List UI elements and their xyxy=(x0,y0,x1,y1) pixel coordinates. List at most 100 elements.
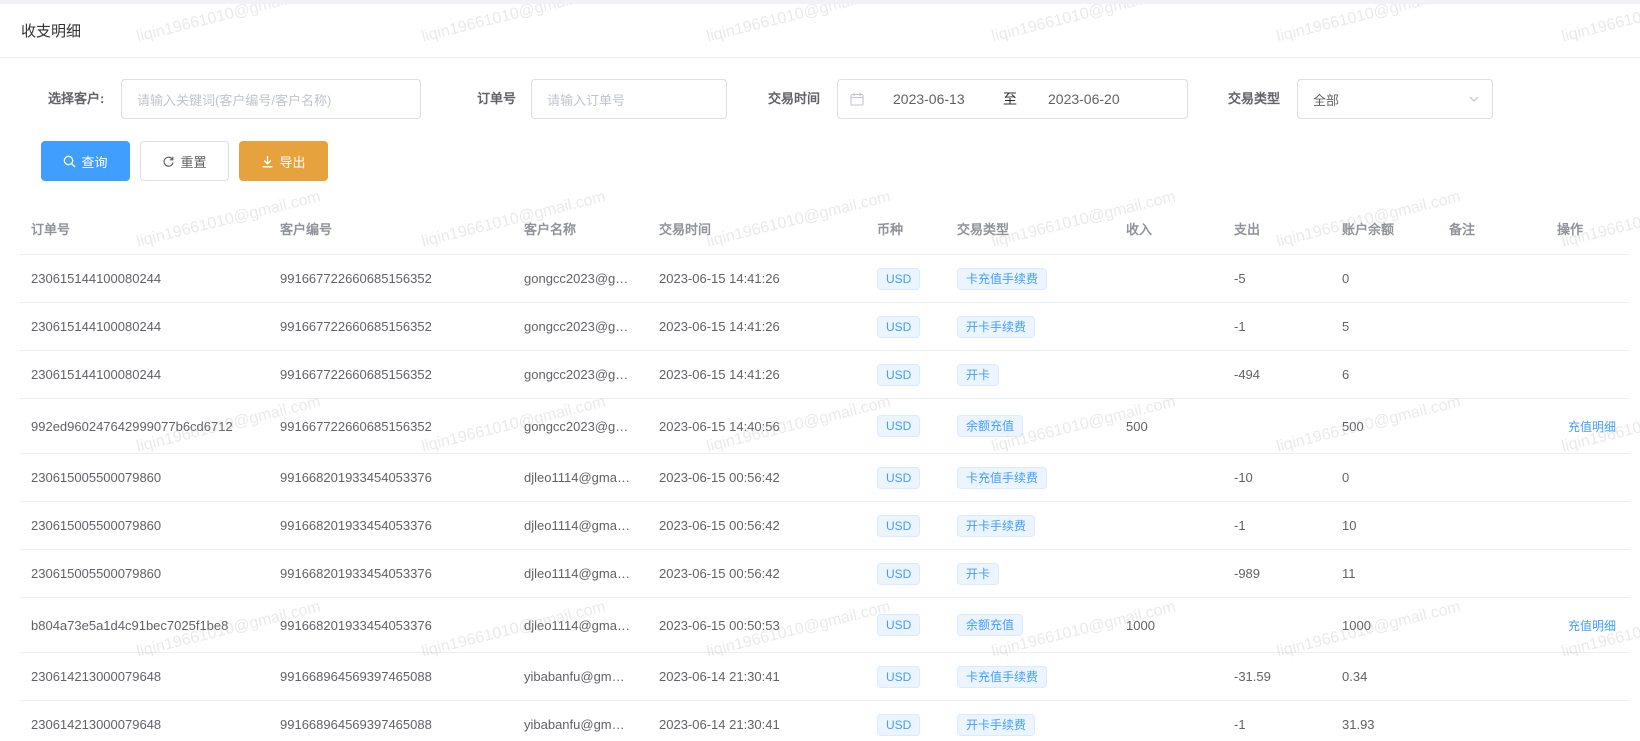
customer-no-text: 991667722660685156352 xyxy=(280,367,432,382)
customer-name-text: djleo1114@gmail.com xyxy=(524,566,630,581)
cell-customer-no: 991668964569397465088 xyxy=(280,701,510,741)
cell-remark xyxy=(1449,701,1549,741)
cell-income xyxy=(1126,454,1226,501)
refresh-icon xyxy=(163,156,175,167)
col-remark[interactable]: 备注 xyxy=(1449,206,1475,254)
cell-remark xyxy=(1449,303,1549,350)
customer-no-text: 991668201933454053376 xyxy=(280,518,432,533)
customer-search-input[interactable]: 请输入关键词(客户编号/客户名称) xyxy=(121,79,421,119)
trade-type-select[interactable]: 全部 xyxy=(1297,79,1493,119)
cell-balance: 10 xyxy=(1342,502,1442,549)
cell-action xyxy=(1568,303,1630,350)
date-start[interactable]: 2023-06-13 xyxy=(893,80,965,118)
table-row[interactable]: b804a73e5a1d4c91bec7025f1be8 99166820193… xyxy=(20,598,1630,653)
cell-income xyxy=(1126,303,1226,350)
table-row[interactable]: 230615005500079860 991668201933454053376… xyxy=(20,550,1630,598)
cell-income xyxy=(1126,701,1226,741)
cell-trade-time: 2023-06-15 00:56:42 xyxy=(659,454,859,501)
table-row[interactable]: 230615005500079860 991668201933454053376… xyxy=(20,454,1630,502)
cell-order-no: 230615144100080244 xyxy=(31,303,256,350)
currency-tag: USD xyxy=(877,562,921,585)
customer-no-text: 991668964569397465088 xyxy=(280,717,432,732)
date-end[interactable]: 2023-06-20 xyxy=(1048,80,1120,118)
table-row[interactable]: 230614213000079648 991668964569397465088… xyxy=(20,653,1630,701)
cell-action: 充值明细 xyxy=(1568,399,1630,453)
cell-order-no: 230615144100080244 xyxy=(31,255,256,302)
col-balance[interactable]: 账户余额 xyxy=(1342,206,1394,254)
customer-label: 选择客户: xyxy=(48,91,105,106)
cell-income: 500 xyxy=(1126,399,1226,453)
order-no-placeholder: 请输入订单号 xyxy=(547,92,626,108)
cell-action xyxy=(1568,454,1630,501)
cell-income xyxy=(1126,351,1226,398)
col-expense[interactable]: 支出 xyxy=(1234,206,1260,254)
customer-no-text: 991668201933454053376 xyxy=(280,617,432,633)
balance-text: 500 xyxy=(1342,418,1364,434)
col-action[interactable]: 操作 xyxy=(1557,206,1583,254)
currency-tag: USD xyxy=(877,466,921,489)
table-row[interactable]: 230615144100080244 991667722660685156352… xyxy=(20,351,1630,399)
order-no-input[interactable]: 请输入订单号 xyxy=(531,79,727,119)
trade-time-text: 2023-06-15 14:41:26 xyxy=(659,367,780,382)
col-trade-time[interactable]: 交易时间 xyxy=(659,206,711,254)
col-customer-name[interactable]: 客户名称 xyxy=(524,206,576,254)
cell-action xyxy=(1568,255,1630,302)
currency-tag: USD xyxy=(877,665,921,688)
cell-action xyxy=(1568,351,1630,398)
recharge-detail-link[interactable]: 充值明细 xyxy=(1568,418,1616,435)
balance-text: 11 xyxy=(1342,566,1356,581)
table-row[interactable]: 230615005500079860 991668201933454053376… xyxy=(20,502,1630,550)
query-button[interactable]: 查询 xyxy=(41,141,130,181)
col-currency[interactable]: 币种 xyxy=(877,206,903,254)
income-text: 500 xyxy=(1126,418,1148,434)
cell-trade-type: 开卡手续费 xyxy=(957,502,1117,549)
trade-time-label: 交易时间 xyxy=(768,91,821,106)
col-order-no[interactable]: 订单号 xyxy=(31,206,70,254)
trade-time-text: 2023-06-15 00:56:42 xyxy=(659,518,780,533)
balance-text: 0.34 xyxy=(1342,669,1368,684)
page-title: 收支明细 xyxy=(0,4,1640,58)
expense-text: -10 xyxy=(1234,470,1253,485)
query-button-label: 查询 xyxy=(81,154,108,170)
col-trade-type[interactable]: 交易类型 xyxy=(957,206,1009,254)
order-no-text: 230615144100080244 xyxy=(31,271,162,286)
cell-customer-name: djleo1114@gmail.com xyxy=(524,598,630,652)
cell-trade-time: 2023-06-15 00:56:42 xyxy=(659,502,859,549)
trade-type-tag: 卡充值手续费 xyxy=(957,466,1048,489)
cell-balance: 500 xyxy=(1342,399,1442,453)
cell-expense: -10 xyxy=(1234,454,1334,501)
table-row[interactable]: 992ed960247642999077b6cd6712 99166772266… xyxy=(20,399,1630,454)
col-income[interactable]: 收入 xyxy=(1126,206,1152,254)
balance-text: 0 xyxy=(1342,470,1350,485)
export-button[interactable]: 导出 xyxy=(239,141,328,181)
cell-expense xyxy=(1234,598,1334,652)
expense-text: -494 xyxy=(1234,367,1261,382)
table-row[interactable]: 230614213000079648 991668964569397465088… xyxy=(20,701,1630,741)
cell-remark xyxy=(1449,399,1549,453)
trade-time-text: 2023-06-15 14:41:26 xyxy=(659,319,780,334)
calendar-icon xyxy=(850,93,864,106)
cell-trade-time: 2023-06-15 14:41:26 xyxy=(659,255,859,302)
date-range-picker[interactable]: 2023-06-13 至 2023-06-20 xyxy=(837,79,1188,119)
trade-time-text: 2023-06-15 00:56:42 xyxy=(659,566,780,581)
search-icon xyxy=(64,155,76,167)
cell-currency: USD xyxy=(877,255,947,302)
cell-balance: 0.34 xyxy=(1342,653,1442,700)
customer-name-text: djleo1114@gmail.com xyxy=(524,470,630,485)
reset-button[interactable]: 重置 xyxy=(140,141,229,181)
recharge-detail-link[interactable]: 充值明细 xyxy=(1568,617,1616,634)
trade-type-tag: 卡充值手续费 xyxy=(957,665,1048,688)
cell-customer-name: gongcc2023@gmail.com xyxy=(524,255,630,302)
table-row[interactable]: 230615144100080244 991667722660685156352… xyxy=(20,255,1630,303)
trade-time-text: 2023-06-15 00:50:53 xyxy=(659,617,780,633)
customer-name-text: gongcc2023@gmail.com xyxy=(524,271,630,286)
expense-text: -989 xyxy=(1234,566,1261,581)
cell-remark xyxy=(1449,550,1549,597)
cell-currency: USD xyxy=(877,351,947,398)
order-no-text: 992ed960247642999077b6cd6712 xyxy=(31,418,233,434)
col-customer-no[interactable]: 客户编号 xyxy=(280,206,332,254)
trade-type-tag: 开卡手续费 xyxy=(957,713,1036,736)
table-row[interactable]: 230615144100080244 991667722660685156352… xyxy=(20,303,1630,351)
cell-trade-type: 卡充值手续费 xyxy=(957,653,1117,700)
customer-no-text: 991668201933454053376 xyxy=(280,566,432,581)
